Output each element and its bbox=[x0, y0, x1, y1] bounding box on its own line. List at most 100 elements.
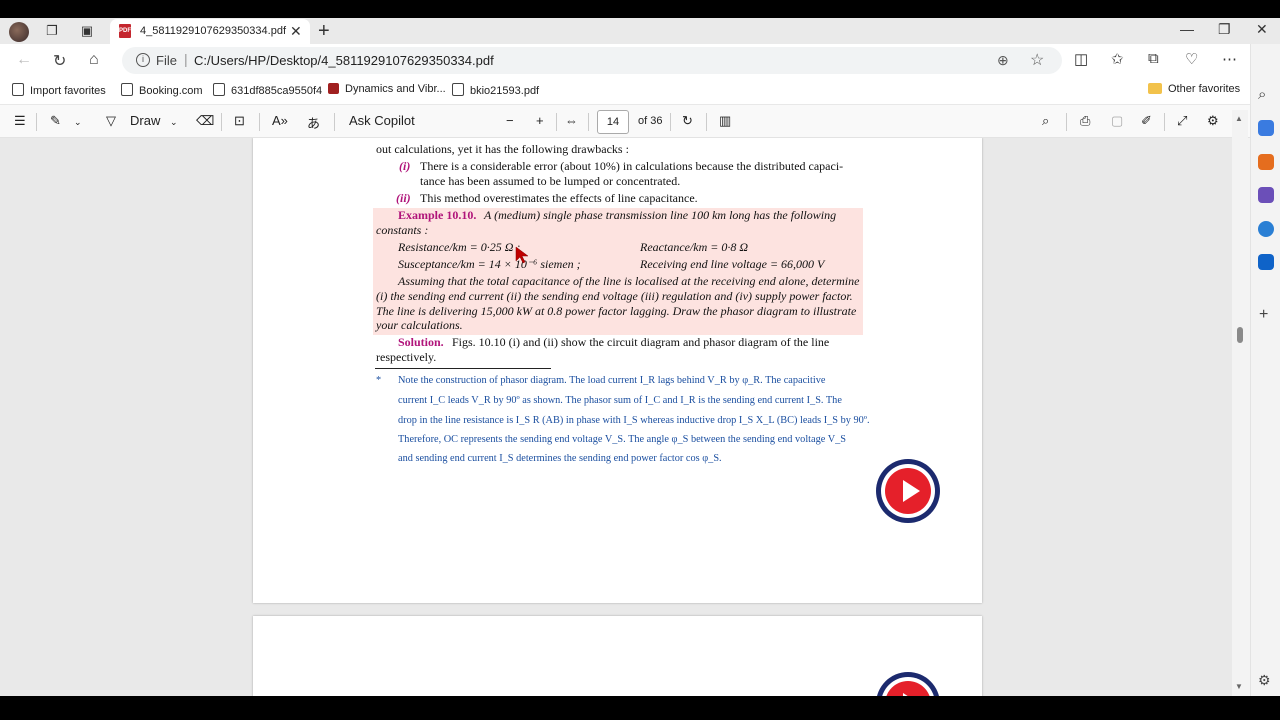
favorite-label: Dynamics and Vibr... bbox=[345, 83, 446, 95]
doc-constant: Resistance/km = 0·25 Ω ; bbox=[398, 240, 521, 254]
workspaces-icon[interactable]: ❐ bbox=[44, 23, 60, 39]
page-view-icon[interactable]: ▥ bbox=[719, 113, 731, 129]
chevron-down-icon[interactable]: ⌄ bbox=[170, 117, 178, 128]
favorite-star-icon[interactable]: ☆ bbox=[1030, 50, 1044, 70]
ask-copilot-button[interactable]: Ask Copilot bbox=[349, 113, 415, 128]
doc-constant: Susceptance/km = 14 × 10⁻⁶ siemen ; bbox=[398, 257, 581, 271]
save-as-icon[interactable]: ✐ bbox=[1141, 113, 1152, 129]
eraser-icon[interactable]: ⌫ bbox=[196, 113, 214, 129]
tab-active[interactable]: PDF 4_5811929107629350334.pdf ✕ bbox=[110, 19, 310, 44]
doc-line: tance has been assumed to be lumped or c… bbox=[420, 174, 681, 188]
doc-line: The line is delivering 15,000 kW at 0.8 … bbox=[376, 304, 857, 318]
tab-bar: ❐ ▣ PDF 4_5811929107629350334.pdf ✕ + — … bbox=[0, 18, 1280, 44]
more-menu-icon[interactable]: ⋯ bbox=[1222, 50, 1237, 68]
list-marker: (ii) bbox=[396, 191, 411, 205]
tools-icon[interactable] bbox=[1258, 154, 1274, 170]
favorite-booking[interactable]: Booking.com bbox=[121, 83, 203, 97]
favorite-label: bkio21593.pdf bbox=[470, 85, 540, 97]
pdf-toolbar: ☰ ✎ ⌄ ▽ Draw ⌄ ⌫ ⊡ A» あ Ask Copilot − + … bbox=[0, 104, 1250, 138]
doc-constant: Reactance/km = 0·8 Ω bbox=[640, 240, 749, 254]
page-icon bbox=[213, 83, 225, 96]
list-marker: (i) bbox=[399, 159, 411, 173]
other-favorites[interactable]: Other favorites bbox=[1148, 83, 1240, 95]
toolbar-divider bbox=[1164, 113, 1165, 131]
footnote-line: drop in the line resistance is I_S R (AB… bbox=[398, 415, 870, 426]
zoom-out-icon[interactable]: − bbox=[506, 113, 514, 128]
solution-label: Solution. bbox=[398, 335, 444, 349]
zoom-in-icon[interactable]: + bbox=[536, 113, 544, 128]
translate-icon[interactable]: あ bbox=[307, 113, 320, 132]
profile-avatar[interactable] bbox=[9, 22, 29, 42]
shopping-icon[interactable] bbox=[1258, 120, 1274, 136]
games-icon[interactable] bbox=[1258, 187, 1274, 203]
address-separator: | bbox=[184, 51, 188, 67]
info-icon[interactable]: i bbox=[136, 53, 150, 67]
play-button-icon[interactable] bbox=[876, 459, 940, 523]
doc-line: There is a considerable error (about 10%… bbox=[420, 159, 844, 173]
zoom-icon[interactable]: ⊕ bbox=[997, 52, 1009, 69]
draw-button[interactable]: Draw bbox=[130, 113, 160, 128]
search-icon[interactable]: ⌕ bbox=[1258, 86, 1266, 103]
add-sidebar-app-icon[interactable]: + bbox=[1259, 306, 1268, 324]
address-url[interactable]: C:/Users/HP/Desktop/4_581192910762935033… bbox=[194, 53, 494, 68]
doc-line: This method overestimates the effects of… bbox=[420, 191, 698, 205]
play-button-icon[interactable] bbox=[876, 672, 940, 696]
new-tab-icon[interactable]: + bbox=[318, 20, 330, 43]
vertical-scrollbar[interactable]: ▲ ▼ bbox=[1232, 110, 1248, 696]
read-aloud-icon[interactable]: A» bbox=[272, 113, 288, 128]
close-window-icon[interactable]: ✕ bbox=[1256, 21, 1268, 38]
toolbar-divider bbox=[588, 113, 589, 131]
page-number-input[interactable]: 14 bbox=[597, 110, 629, 134]
fullscreen-icon[interactable]: ⤢ bbox=[1177, 113, 1187, 129]
doc-line: respectively. bbox=[376, 350, 437, 364]
favorites-icon[interactable]: ✩ bbox=[1111, 50, 1124, 68]
refresh-icon[interactable]: ↻ bbox=[53, 51, 66, 71]
home-icon[interactable]: ⌂ bbox=[89, 51, 99, 69]
favorite-dynamics[interactable]: Dynamics and Vibr... bbox=[328, 83, 446, 95]
collections-icon[interactable]: ⧉ bbox=[1148, 50, 1159, 67]
toolbar-divider bbox=[556, 113, 557, 131]
browser-essentials-icon[interactable]: ♡ bbox=[1185, 50, 1198, 68]
microsoft365-icon[interactable] bbox=[1258, 221, 1274, 237]
save-icon[interactable]: ▢ bbox=[1111, 113, 1123, 129]
favorites-bar: Import favorites Booking.com 631df885ca9… bbox=[0, 76, 1250, 104]
toolbar-divider bbox=[706, 113, 707, 131]
outlook-icon[interactable] bbox=[1258, 254, 1274, 270]
search-icon[interactable]: ⌕ bbox=[1042, 113, 1049, 129]
toolbar-divider bbox=[36, 113, 37, 131]
doc-line: A (medium) single phase transmission lin… bbox=[484, 208, 837, 222]
settings-icon[interactable]: ⚙ bbox=[1207, 113, 1219, 129]
address-scheme: File bbox=[156, 53, 177, 68]
split-screen-icon[interactable]: ◫ bbox=[1074, 50, 1088, 68]
restore-icon[interactable]: ❐ bbox=[1218, 21, 1231, 38]
address-bar[interactable]: i File | C:/Users/HP/Desktop/4_581192910… bbox=[122, 47, 1062, 74]
browser-window: ❐ ▣ PDF 4_5811929107629350334.pdf ✕ + — … bbox=[0, 18, 1280, 696]
pdf-viewer[interactable]: out calculations, yet it has the followi… bbox=[0, 138, 1248, 696]
scroll-up-icon[interactable]: ▲ bbox=[1235, 114, 1243, 123]
vertical-tabs-icon[interactable]: ▣ bbox=[79, 23, 95, 39]
sidebar-settings-icon[interactable]: ⚙ bbox=[1258, 672, 1271, 689]
doc-line: Figs. 10.10 (i) and (ii) show the circui… bbox=[452, 335, 830, 349]
text-box-icon[interactable]: ⊡ bbox=[234, 113, 245, 129]
minimize-icon[interactable]: — bbox=[1180, 21, 1194, 37]
draw-icon[interactable]: ▽ bbox=[106, 113, 116, 129]
doc-line: out calculations, yet it has the followi… bbox=[376, 142, 629, 156]
favorite-bkio[interactable]: bkio21593.pdf bbox=[452, 83, 539, 97]
tab-title: 4_5811929107629350334.pdf bbox=[140, 25, 287, 37]
scroll-thumb[interactable] bbox=[1237, 327, 1243, 343]
highlight-icon[interactable]: ✎ bbox=[50, 113, 61, 129]
back-icon[interactable]: ← bbox=[16, 51, 32, 69]
rotate-icon[interactable]: ↻ bbox=[682, 113, 693, 129]
fit-width-icon[interactable]: ⇔ bbox=[565, 113, 578, 128]
favorite-import[interactable]: Import favorites bbox=[12, 83, 106, 97]
toolbar-divider bbox=[259, 113, 260, 131]
scroll-down-icon[interactable]: ▼ bbox=[1235, 682, 1243, 691]
page-icon bbox=[452, 83, 464, 96]
print-icon[interactable]: ⎙ bbox=[1080, 113, 1090, 129]
contents-icon[interactable]: ☰ bbox=[14, 113, 26, 129]
pdf-page bbox=[253, 616, 982, 696]
favorite-631df[interactable]: 631df885ca9550f4 bbox=[213, 83, 322, 97]
close-tab-icon[interactable]: ✕ bbox=[290, 23, 302, 40]
chevron-down-icon[interactable]: ⌄ bbox=[74, 117, 82, 128]
page-icon bbox=[121, 83, 133, 96]
